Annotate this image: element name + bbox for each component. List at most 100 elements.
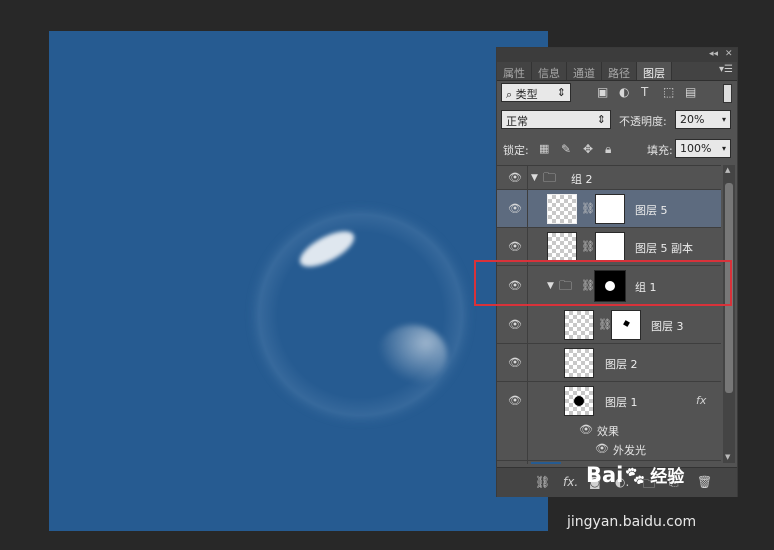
layer-thumbnail bbox=[547, 194, 577, 224]
thumbnail-dot bbox=[574, 396, 584, 406]
row-divider bbox=[497, 460, 721, 461]
layers-list: 👁︎ ▼ 🗀 组 2 👁︎ ⛓︎ 图层 5 👁︎ ⛓︎ 图层 5 副本 👁︎ ▼… bbox=[497, 165, 721, 464]
eye-column-divider bbox=[527, 420, 528, 464]
updown-icon: ⇕ bbox=[556, 86, 566, 99]
eye-column-divider bbox=[527, 190, 528, 227]
lock-label: 锁定: bbox=[503, 144, 529, 157]
add-style-icon[interactable]: fx. bbox=[563, 475, 578, 489]
outer-glow-eye-icon[interactable]: 👁︎ bbox=[595, 442, 609, 455]
fx-badge[interactable]: fx bbox=[696, 394, 706, 407]
watermark-logo: Bai bbox=[586, 463, 624, 487]
outer-glow-label: 外发光 bbox=[613, 444, 646, 457]
fill-field[interactable]: 100% ▾ bbox=[675, 139, 731, 158]
background-layer-thumbnail bbox=[531, 462, 561, 464]
layer-thumbnail bbox=[564, 348, 594, 378]
panel-titlebar: ◂◂ ✕ bbox=[497, 48, 737, 62]
folder-icon: 🗀 bbox=[543, 171, 557, 186]
filter-row: ⌕ 类型 ⇕ ▣ ◐ T ⬚ ▤ bbox=[501, 83, 732, 103]
layer-name: 图层 5 副本 bbox=[635, 242, 693, 255]
bubble-artwork bbox=[259, 215, 462, 415]
opacity-value: 20% bbox=[680, 113, 705, 126]
lock-row: 锁定: ▦ ✎ ✥ 🔒︎ 填充: 100% ▾ bbox=[501, 139, 733, 161]
dropdown-icon: ▾ bbox=[721, 115, 726, 124]
layer-mask-thumbnail[interactable] bbox=[595, 232, 625, 262]
collapse-icon[interactable]: ◂◂ bbox=[709, 49, 718, 59]
layer-thumbnail bbox=[547, 232, 577, 262]
adjustment-filter-icon[interactable]: ◐ bbox=[619, 85, 629, 99]
bubble-reflection bbox=[377, 325, 447, 385]
fill-value: 100% bbox=[680, 142, 712, 155]
filter-toggle[interactable] bbox=[723, 84, 732, 103]
visibility-eye-icon[interactable]: 👁︎ bbox=[508, 394, 522, 407]
bubble-highlight bbox=[294, 224, 360, 274]
lock-all-icon[interactable]: 🔒︎ bbox=[605, 142, 611, 157]
blend-mode-select[interactable]: 正常 ⇕ bbox=[501, 110, 611, 129]
tab-layers[interactable]: 图层 bbox=[637, 62, 672, 80]
visibility-eye-icon[interactable]: 👁︎ bbox=[508, 202, 522, 215]
layer-mask-thumbnail[interactable] bbox=[611, 310, 641, 340]
opacity-label: 不透明度: bbox=[619, 115, 667, 128]
tab-channels[interactable]: 通道 bbox=[567, 62, 602, 80]
tab-properties[interactable]: 属性 bbox=[497, 62, 532, 80]
blend-row: 正常 ⇕ 不透明度: 20% ▾ bbox=[501, 110, 733, 132]
layer-row-layer-5[interactable]: 👁︎ ⛓︎ 图层 5 bbox=[497, 190, 721, 228]
filter-kind-select[interactable]: ⌕ 类型 ⇕ bbox=[501, 83, 571, 102]
scroll-up-icon[interactable]: ▲ bbox=[725, 166, 730, 174]
link-layers-icon[interactable]: ⛓︎ bbox=[535, 475, 550, 489]
watermark-logo-tail: 经验 bbox=[650, 467, 685, 487]
scroll-down-icon[interactable]: ▼ bbox=[725, 453, 730, 461]
visibility-eye-icon[interactable]: 👁︎ bbox=[508, 318, 522, 331]
link-chain-icon[interactable]: ⛓︎ bbox=[581, 202, 595, 215]
link-chain-icon[interactable]: ⛓︎ bbox=[581, 240, 595, 253]
layer-row-layer-1[interactable]: 👁︎ 图层 1 fx bbox=[497, 382, 721, 420]
opacity-field[interactable]: 20% ▾ bbox=[675, 110, 731, 129]
layer-name: 图层 3 bbox=[651, 320, 684, 333]
layer-thumbnail bbox=[564, 310, 594, 340]
smart-object-filter-icon[interactable]: ▤ bbox=[685, 85, 696, 99]
layer-row-layer-2[interactable]: 👁︎ 图层 2 bbox=[497, 344, 721, 382]
fill-label: 填充: bbox=[647, 144, 673, 157]
eye-column-divider bbox=[527, 382, 528, 420]
link-chain-icon[interactable]: ⛓︎ bbox=[598, 318, 612, 331]
updown-icon: ⇕ bbox=[596, 113, 606, 126]
tab-paths[interactable]: 路径 bbox=[602, 62, 637, 80]
highlight-box bbox=[474, 260, 732, 306]
trash-icon[interactable]: 🗑︎ bbox=[697, 475, 712, 489]
filter-kind-label: 类型 bbox=[515, 88, 538, 101]
layer-name: 图层 2 bbox=[605, 358, 638, 371]
tab-info[interactable]: 信息 bbox=[532, 62, 567, 80]
dropdown-icon: ▾ bbox=[721, 144, 726, 153]
effects-eye-icon[interactable]: 👁︎ bbox=[579, 423, 593, 436]
panel-menu-icon[interactable]: ▾☰ bbox=[719, 64, 733, 75]
expand-arrow-icon[interactable]: ▼ bbox=[531, 173, 538, 183]
lock-transparency-icon[interactable]: ▦ bbox=[539, 142, 549, 155]
visibility-eye-icon[interactable]: 👁︎ bbox=[508, 356, 522, 369]
layer-mask-thumbnail[interactable] bbox=[595, 194, 625, 224]
layer-thumbnail bbox=[564, 386, 594, 416]
lock-position-icon[interactable]: ✥ bbox=[583, 142, 593, 156]
layer-row-layer-3[interactable]: 👁︎ ⛓︎ 图层 3 bbox=[497, 306, 721, 344]
eye-column-divider bbox=[527, 306, 528, 343]
panel-tabs: 属性 信息 通道 路径 图层 ▾☰ bbox=[497, 62, 737, 81]
close-icon[interactable]: ✕ bbox=[725, 49, 733, 59]
effects-label: 效果 bbox=[597, 425, 619, 438]
shape-filter-icon[interactable]: ⬚ bbox=[663, 85, 674, 99]
mask-mark bbox=[623, 320, 630, 327]
baidu-watermark: Bai🐾︎ 经验 bbox=[586, 462, 684, 487]
search-icon: ⌕ bbox=[506, 88, 516, 101]
layers-scrollbar[interactable]: ▲ ▼ bbox=[723, 165, 735, 463]
type-filter-icon[interactable]: T bbox=[641, 85, 648, 99]
visibility-eye-icon[interactable]: 👁︎ bbox=[508, 240, 522, 253]
layer-name: 组 2 bbox=[571, 173, 593, 186]
blend-mode-value: 正常 bbox=[506, 115, 528, 128]
pixel-filter-icon[interactable]: ▣ bbox=[597, 85, 608, 99]
watermark-url: jingyan.baidu.com bbox=[567, 514, 697, 530]
eye-column-divider bbox=[527, 166, 528, 189]
lock-pixels-icon[interactable]: ✎ bbox=[561, 142, 571, 156]
layer-name: 图层 1 bbox=[605, 396, 638, 409]
paw-icon: 🐾︎ bbox=[623, 466, 647, 487]
visibility-eye-icon[interactable]: 👁︎ bbox=[508, 171, 522, 184]
layer-name: 图层 5 bbox=[635, 204, 668, 217]
eye-column-divider bbox=[527, 344, 528, 381]
layer-row-group-2[interactable]: 👁︎ ▼ 🗀 组 2 bbox=[497, 166, 721, 190]
